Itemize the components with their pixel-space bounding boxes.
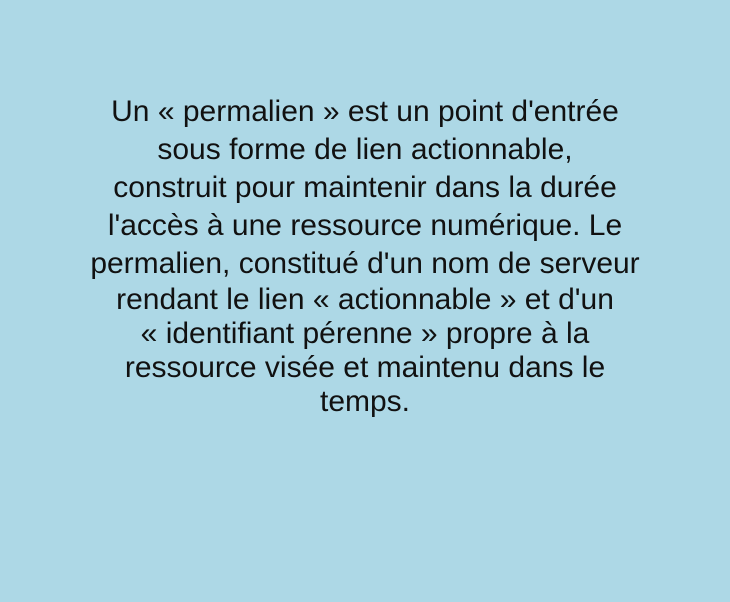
definition-paragraph: Un « permalien » est un point d'entrée s… (0, 93, 730, 419)
paragraph-line: ressource visée et maintenu dans le (124, 351, 606, 384)
page: { "text": { "lines": [ "Un « permalien »… (0, 0, 730, 602)
paragraph-line: rendant le lien « actionnable » et d'un (116, 283, 614, 316)
paragraph-line: sous forme de lien actionnable, (157, 133, 573, 166)
paragraph-line: permalien, constitué d'un nom de serveur (90, 247, 640, 280)
paragraph-line: Un « permalien » est un point d'entrée (111, 95, 619, 128)
paragraph-line: temps. (319, 385, 411, 418)
paragraph-line: construit pour maintenir dans la durée (113, 171, 617, 204)
paragraph-line: « identifiant pérenne » propre à la (140, 317, 590, 350)
paragraph-line: l'accès à une ressource numérique. Le (107, 209, 623, 242)
